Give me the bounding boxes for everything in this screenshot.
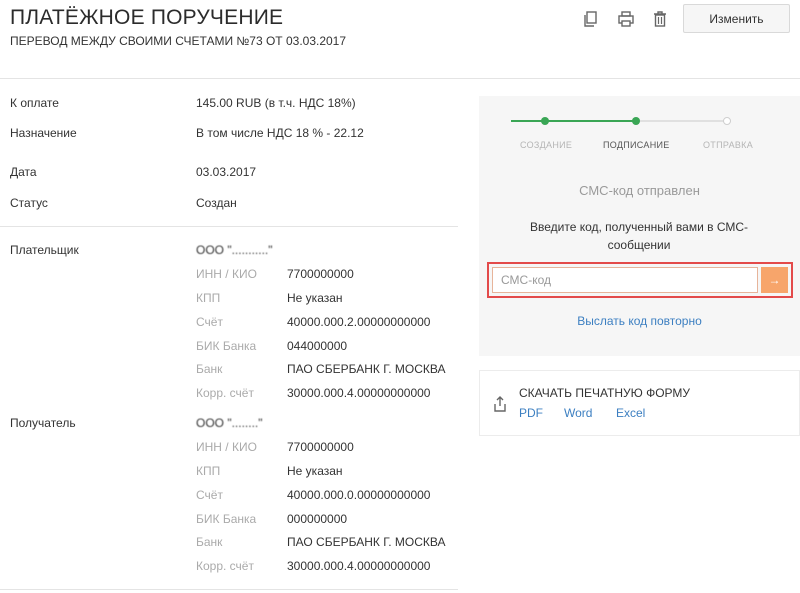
step-dot-sending bbox=[723, 117, 731, 125]
header-divider bbox=[0, 78, 800, 79]
purpose-label: Назначение bbox=[10, 126, 77, 140]
print-icon[interactable] bbox=[617, 10, 635, 28]
recipient-account-value: 40000.000.0.00000000000 bbox=[287, 488, 431, 502]
payer-corr-label: Корр. счёт bbox=[196, 386, 254, 400]
sms-sent-message: СМС-код отправлен bbox=[579, 183, 700, 198]
step-dot-signing bbox=[632, 117, 640, 125]
download-excel-link[interactable]: Excel bbox=[616, 406, 645, 420]
payer-inn-label: ИНН / КИО bbox=[196, 267, 257, 281]
step-dot-created bbox=[541, 117, 549, 125]
payer-bik-value: 044000000 bbox=[287, 339, 348, 353]
recipient-bik-label: БИК Банка bbox=[196, 512, 257, 526]
edit-button[interactable]: Изменить bbox=[683, 4, 790, 33]
payer-account-value: 40000.000.2.00000000000 bbox=[287, 315, 431, 329]
status-value: Создан bbox=[196, 196, 237, 210]
payer-bank-value: ПАО СБЕРБАНК Г. МОСКВА bbox=[287, 362, 446, 376]
amount-value: 145.00 RUB (в т.ч. НДС 18%) bbox=[196, 96, 356, 110]
sms-submit-button[interactable]: → bbox=[761, 267, 788, 293]
recipient-name: ООО "........" bbox=[196, 416, 263, 430]
payer-bik-label: БИК Банка bbox=[196, 339, 257, 353]
recipient-account-label: Счёт bbox=[196, 488, 223, 502]
share-icon bbox=[493, 396, 507, 412]
date-value: 03.03.2017 bbox=[196, 165, 257, 179]
purpose-value: В том числе НДС 18 % - 22.12 bbox=[196, 126, 364, 140]
payer-label: Плательщик bbox=[10, 243, 79, 257]
payer-bank-label: Банк bbox=[196, 362, 223, 376]
details-divider bbox=[0, 226, 458, 227]
recipient-inn-label: ИНН / КИО bbox=[196, 440, 257, 454]
recipient-kpp-label: КПП bbox=[196, 464, 221, 478]
recipient-kpp-value: Не указан bbox=[287, 464, 343, 478]
recipient-bank-label: Банк bbox=[196, 535, 223, 549]
progress-line-pending bbox=[639, 120, 731, 122]
progress-line-done bbox=[511, 120, 639, 122]
payer-account-label: Счёт bbox=[196, 315, 223, 329]
amount-label: К оплате bbox=[10, 96, 59, 110]
copy-icon[interactable] bbox=[582, 10, 600, 28]
step-label-created: СОЗДАНИЕ bbox=[520, 140, 573, 150]
resend-code-link[interactable]: Выслать код повторно bbox=[479, 314, 800, 328]
download-panel: СКАЧАТЬ ПЕЧАТНУЮ ФОРМУ PDF Word Excel bbox=[479, 370, 800, 436]
sms-hint: Введите код, полученный вами в СМС-сообщ… bbox=[529, 220, 749, 252]
recipient-corr-label: Корр. счёт bbox=[196, 559, 254, 573]
step-label-signing: ПОДПИСАНИЕ bbox=[603, 140, 670, 150]
payer-corr-value: 30000.000.4.00000000000 bbox=[287, 386, 431, 400]
payer-name: ООО "..........." bbox=[196, 243, 273, 257]
trash-icon[interactable] bbox=[651, 10, 669, 28]
payer-kpp-label: КПП bbox=[196, 291, 221, 305]
download-word-link[interactable]: Word bbox=[564, 406, 592, 420]
recipient-bank-value: ПАО СБЕРБАНК Г. МОСКВА bbox=[287, 535, 446, 549]
page-title: ПЛАТЁЖНОЕ ПОРУЧЕНИЕ bbox=[10, 6, 284, 29]
step-label-sending: ОТПРАВКА bbox=[703, 140, 754, 150]
recipient-bik-value: 000000000 bbox=[287, 512, 348, 526]
recipient-inn-value: 7700000000 bbox=[287, 440, 354, 454]
bottom-divider bbox=[0, 589, 458, 590]
page-subtitle: ПЕРЕВОД МЕЖДУ СВОИМИ СЧЕТАМИ №73 ОТ 03.0… bbox=[10, 34, 347, 48]
payer-inn-value: 7700000000 bbox=[287, 267, 354, 281]
payer-kpp-value: Не указан bbox=[287, 291, 343, 305]
sms-code-input[interactable]: СМС-код bbox=[492, 267, 758, 293]
download-pdf-link[interactable]: PDF bbox=[519, 406, 543, 420]
download-title: СКАЧАТЬ ПЕЧАТНУЮ ФОРМУ bbox=[519, 386, 691, 400]
recipient-label: Получатель bbox=[10, 416, 76, 430]
sms-input-highlight: СМС-код → bbox=[487, 262, 793, 298]
status-label: Статус bbox=[10, 196, 48, 210]
recipient-corr-value: 30000.000.4.00000000000 bbox=[287, 559, 431, 573]
sms-confirmation-panel: СОЗДАНИЕ ПОДПИСАНИЕ ОТПРАВКА СМС-код отп… bbox=[479, 96, 800, 356]
date-label: Дата bbox=[10, 165, 37, 179]
